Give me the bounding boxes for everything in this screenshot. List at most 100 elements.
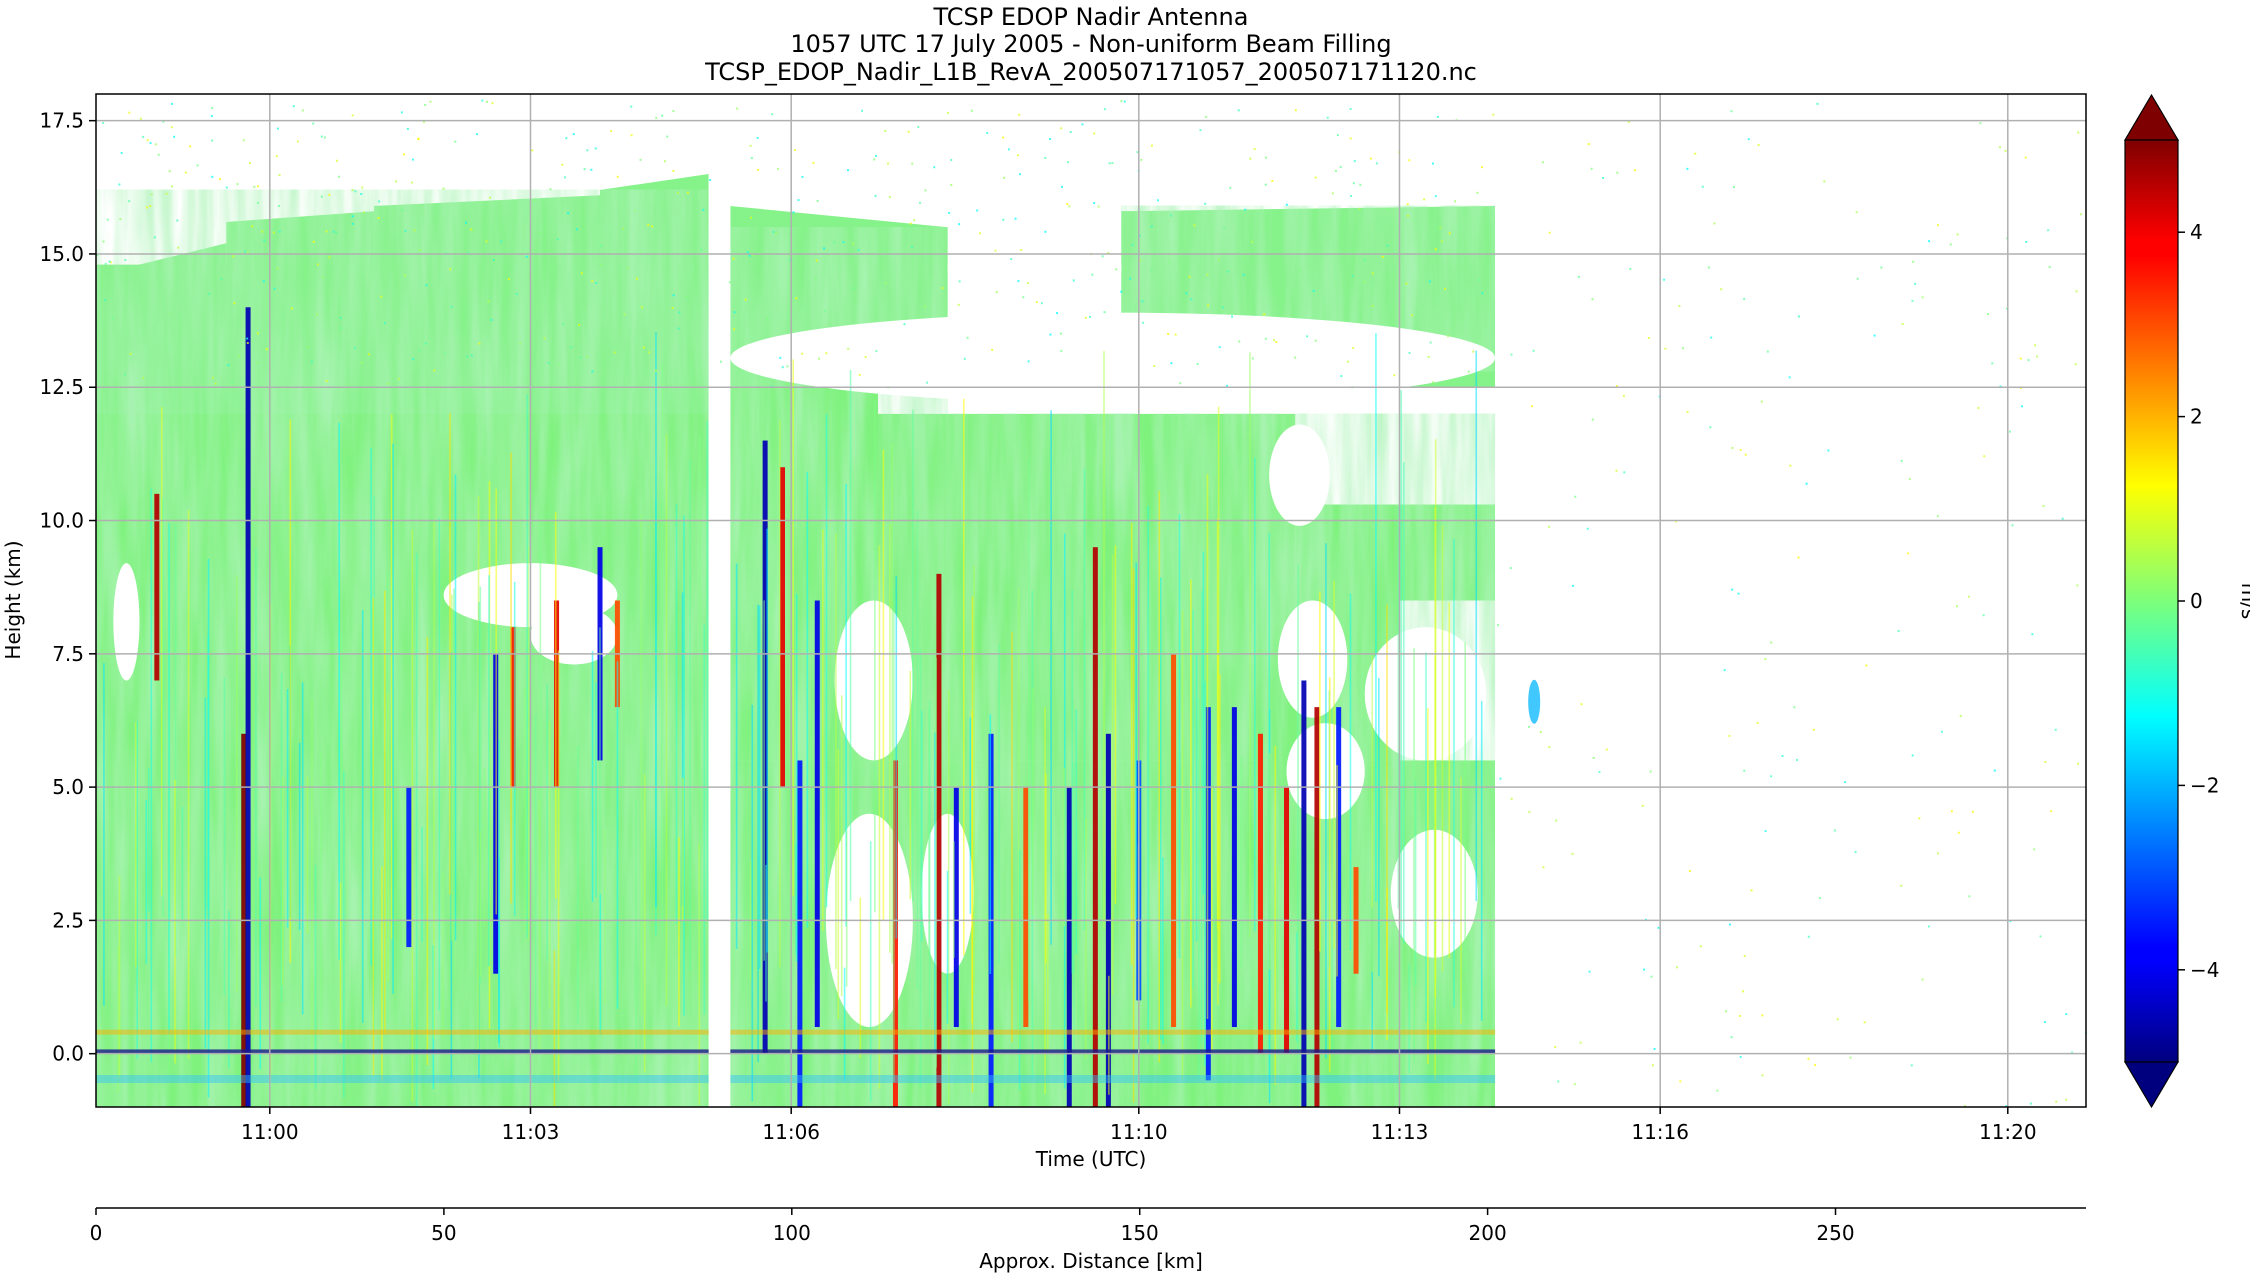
noise-speck xyxy=(2004,149,2007,152)
velocity-streak xyxy=(946,870,949,1024)
velocity-streak xyxy=(477,496,480,1053)
noise-speck xyxy=(1823,180,1826,183)
noise-speck xyxy=(590,168,593,171)
velocity-streak xyxy=(806,471,809,928)
noise-speck xyxy=(1035,301,1038,304)
noise-speck xyxy=(642,346,645,349)
noise-speck xyxy=(1928,240,1931,243)
noise-speck xyxy=(917,125,920,128)
noise-speck xyxy=(1743,297,1746,300)
noise-speck xyxy=(1796,758,1799,761)
noise-speck xyxy=(533,199,536,202)
velocity-streak xyxy=(546,683,548,961)
noise-speck xyxy=(1481,166,1484,169)
velocity-streak xyxy=(766,528,768,953)
noise-speck xyxy=(792,211,795,214)
noise-speck xyxy=(654,369,657,372)
noise-speck xyxy=(1226,270,1229,273)
noise-speck xyxy=(1223,227,1226,230)
noise-speck xyxy=(2077,762,2080,765)
velocity-streak xyxy=(675,503,678,924)
noise-speck xyxy=(1434,248,1437,251)
noise-speck xyxy=(1044,156,1047,159)
noise-speck xyxy=(424,103,427,106)
noise-speck xyxy=(1481,292,1484,295)
noise-speck xyxy=(963,357,966,360)
velocity-streak xyxy=(1328,677,1331,1072)
noise-speck xyxy=(779,356,782,359)
x-tick-label: 11:20 xyxy=(1979,1120,2037,1144)
y-axis-ticks: 0.0 2.5 5.0 7.5 10.0 12.5 15.0 17.5 xyxy=(39,109,96,1066)
noise-speck xyxy=(749,144,752,147)
noise-speck xyxy=(404,229,407,232)
noise-speck xyxy=(793,149,796,152)
velocity-streak xyxy=(524,687,527,933)
noise-speck xyxy=(1199,129,1202,132)
noise-speck xyxy=(325,230,328,233)
noise-speck xyxy=(1217,258,1220,261)
noise-speck xyxy=(1150,144,1153,147)
noise-speck xyxy=(118,183,121,186)
y-tick-label: 17.5 xyxy=(39,109,84,133)
velocity-streak xyxy=(223,677,226,996)
noise-speck xyxy=(354,190,357,193)
noise-speck xyxy=(1833,829,1836,832)
velocity-streak xyxy=(483,767,486,927)
velocity-streak xyxy=(370,447,373,966)
velocity-streak xyxy=(1092,547,1098,1107)
noise-speck xyxy=(292,105,295,108)
noise-speck xyxy=(242,139,245,142)
noise-speck xyxy=(1185,292,1188,295)
noise-speck xyxy=(1142,321,1145,324)
velocity-streak xyxy=(1400,390,1403,939)
noise-speck xyxy=(323,136,326,139)
distance-tick-label: 250 xyxy=(1816,1221,1854,1245)
noise-speck xyxy=(1454,200,1457,203)
noise-speck xyxy=(1369,157,1372,160)
noise-speck xyxy=(941,287,944,290)
noise-speck xyxy=(466,355,469,358)
velocity-streak xyxy=(1132,568,1135,1103)
noise-speck xyxy=(1478,278,1481,281)
distance-tick-label: 150 xyxy=(1121,1221,1159,1245)
noise-speck xyxy=(2027,359,2030,362)
noise-speck xyxy=(210,115,213,118)
noise-speck xyxy=(443,351,446,354)
noise-speck xyxy=(211,106,214,109)
noise-speck xyxy=(1423,198,1426,201)
noise-speck xyxy=(986,132,989,135)
noise-speck xyxy=(630,105,633,108)
noise-speck xyxy=(1238,340,1241,343)
x-tick-label: 11:00 xyxy=(241,1120,299,1144)
velocity-streak xyxy=(421,827,423,942)
noise-speck xyxy=(1251,240,1254,243)
noise-speck xyxy=(500,240,503,243)
velocity-streak xyxy=(1073,762,1075,1053)
noise-speck xyxy=(1728,734,1731,737)
velocity-streak xyxy=(1103,351,1105,930)
noise-speck xyxy=(1957,831,1960,834)
velocity-streak xyxy=(526,394,529,938)
noise-speck xyxy=(211,139,214,142)
noise-speck xyxy=(702,208,705,211)
noise-speck xyxy=(2048,266,2051,269)
noise-speck xyxy=(403,274,406,277)
noise-speck xyxy=(957,303,960,306)
noise-speck xyxy=(852,287,855,290)
noise-speck xyxy=(278,230,281,233)
noise-speck xyxy=(2050,810,2053,813)
noise-speck xyxy=(1854,851,1857,854)
velocity-streak xyxy=(1171,653,1177,1028)
clear-air-gap xyxy=(730,312,1496,404)
noise-speck xyxy=(1724,1010,1727,1013)
velocity-streak xyxy=(810,718,813,966)
velocity-streak xyxy=(962,398,965,956)
noise-speck xyxy=(1554,1045,1557,1048)
noise-speck xyxy=(575,228,578,231)
noise-speck xyxy=(875,154,878,157)
velocity-streak xyxy=(298,742,301,931)
noise-speck xyxy=(1056,312,1059,315)
noise-speck xyxy=(1788,376,1791,379)
noise-speck xyxy=(1359,183,1362,186)
noise-speck xyxy=(852,242,855,245)
